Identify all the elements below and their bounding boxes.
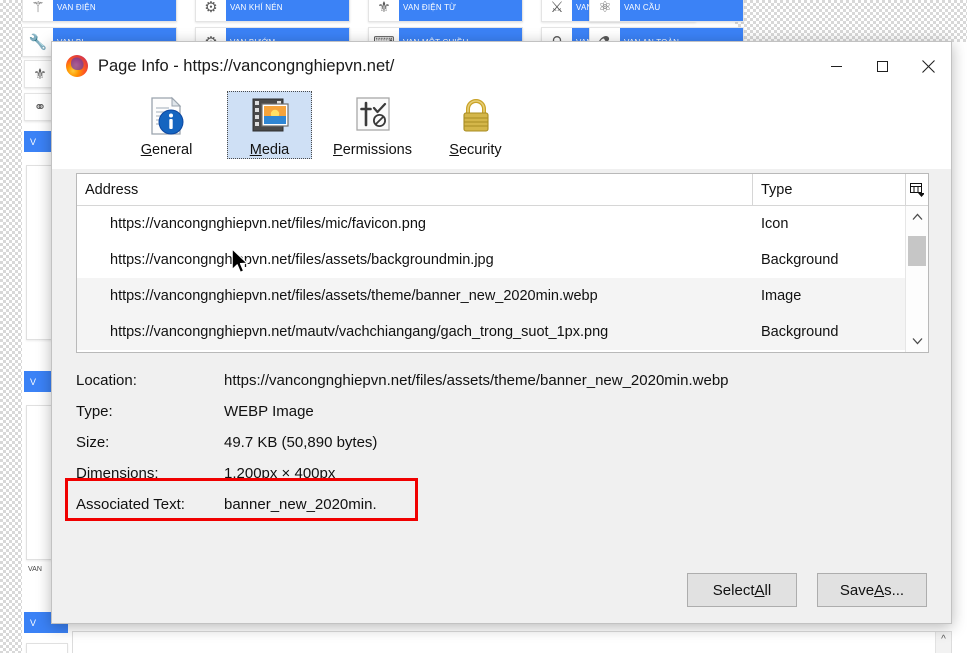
detail-value: https://vancongnghiepvn.net/files/assets… [224, 372, 729, 389]
detail-label: Location: [76, 372, 137, 389]
product-label: VAN CẦU [620, 0, 743, 21]
product-card[interactable]: ⚛ VAN CẦU [589, 0, 744, 22]
column-header-address[interactable]: Address [77, 174, 753, 205]
cell-address: https://vancongnghiepvn.net/files/mic/fa… [110, 216, 426, 232]
cell-address: https://vancongnghiepvn.net/files/assets… [110, 288, 598, 304]
page-info-dialog: Page Info - https://vancongnghiepvn.net/ [51, 41, 952, 624]
product-label: VAN ĐIỆN TỪ [399, 0, 522, 21]
close-button[interactable] [905, 42, 951, 90]
detail-label: Type: [76, 403, 113, 420]
cell-type: Background [761, 252, 839, 268]
scrollbar-track[interactable] [906, 228, 928, 330]
table-row[interactable]: https://vancongnghiepvn.net/files/assets… [77, 242, 905, 278]
media-list-header: Address Type [77, 174, 928, 206]
valve-icon: ⚚ [31, 0, 45, 16]
bottom-panel-scrollbar[interactable]: chevron-up-icon ^ [935, 632, 951, 653]
sidebar-panel [26, 643, 68, 653]
padlock-icon [462, 99, 489, 132]
tab-media[interactable]: Media [227, 91, 312, 159]
transparent-checker-right [735, 0, 967, 42]
product-card[interactable]: ⚙ VAN KHÍ NÉN [195, 0, 350, 22]
cell-type: Image [761, 288, 802, 304]
valve-icon: ⚜ [377, 0, 391, 16]
valve-icon: ⚛ [598, 0, 612, 16]
tab-general-label: General [140, 142, 193, 158]
scroll-down-button[interactable] [906, 330, 928, 352]
minimize-icon [830, 65, 842, 67]
detail-value: 1,200px × 400px [224, 465, 336, 482]
cell-address: https://vancongnghiepvn.net/mautv/vachch… [110, 324, 609, 340]
transparent-checker-left [0, 0, 22, 653]
column-header-type[interactable]: Type [753, 174, 905, 205]
dialog-button-row: Select All Save As... [687, 573, 927, 607]
detail-value: 49.7 KB (50,890 bytes) [224, 434, 378, 451]
chevron-up-icon [912, 213, 922, 220]
cell-type: Background [761, 324, 839, 340]
tab-security-label: Security [449, 142, 502, 158]
bottom-content-panel: chevron-up-icon ^ [72, 631, 952, 653]
product-label: VAN ĐIỆN [53, 0, 176, 21]
detail-label: Associated Text: [76, 496, 185, 513]
tab-security[interactable]: Security [433, 91, 518, 159]
valve-icon: ⚙ [204, 0, 218, 16]
permissions-sliders-icon [355, 97, 390, 131]
media-list-scrollbar[interactable] [905, 206, 928, 352]
media-list-body: https://vancongnghiepvn.net/files/mic/fa… [77, 206, 928, 352]
media-list[interactable]: Address Type https://vancongnghiepvn.net… [76, 173, 929, 353]
table-row[interactable]: https://vancongnghiepvn.net/mautv/vachch… [77, 314, 905, 350]
product-card[interactable]: ⚚ VAN ĐIỆN [22, 0, 177, 22]
scrollbar-thumb[interactable] [908, 236, 926, 266]
sidebar-caption: VAN [28, 566, 42, 573]
media-detail-panel: Location: https://vancongnghiepvn.net/fi… [76, 365, 929, 520]
product-label: VAN KHÍ NÉN [226, 0, 349, 21]
document-info-icon [150, 96, 183, 135]
maximize-button[interactable] [859, 42, 905, 90]
page-info-tabstrip: General Media Permissions Security [52, 91, 951, 169]
valve-icon: 🔧 [28, 34, 48, 51]
tab-general[interactable]: General [124, 91, 209, 159]
tab-media-label: Media [249, 142, 290, 158]
dialog-titlebar[interactable]: Page Info - https://vancongnghiepvn.net/ [52, 42, 951, 91]
detail-row-associated-text: Associated Text: banner_new_2020min. [76, 489, 929, 520]
valve-icon: ⚔ [550, 0, 564, 16]
minimize-button[interactable] [813, 42, 859, 90]
scroll-up-button[interactable] [906, 206, 928, 228]
detail-row-type: Type: WEBP Image [76, 396, 929, 427]
media-image-icon [252, 98, 289, 132]
column-picker-icon[interactable] [905, 174, 928, 205]
firefox-logo-icon [66, 55, 88, 77]
table-row[interactable]: https://vancongnghiepvn.net/files/assets… [77, 278, 905, 314]
chevron-down-icon [912, 338, 922, 345]
dialog-body: Address Type https://vancongnghiepvn.net… [52, 169, 951, 623]
product-card[interactable]: ⚜ VAN ĐIỆN TỪ [368, 0, 523, 22]
detail-value: WEBP Image [224, 403, 314, 420]
table-row[interactable]: https://vancongnghiepvn.net/files/mic/fa… [77, 206, 905, 242]
detail-row-dimensions: Dimensions: 1,200px × 400px [76, 458, 929, 489]
screen-root: ⚚ VAN ĐIỆN ⚙ VAN KHÍ NÉN ⚜ VAN ĐIỆN TỪ ⚔… [0, 0, 967, 653]
maximize-icon [876, 60, 888, 72]
tab-permissions-label: Permissions [333, 142, 412, 158]
select-all-button[interactable]: Select All [687, 573, 797, 607]
detail-value: banner_new_2020min. [224, 496, 377, 513]
detail-label: Size: [76, 434, 110, 451]
close-icon [921, 59, 935, 73]
save-as-button[interactable]: Save As... [817, 573, 927, 607]
tab-permissions[interactable]: Permissions [330, 91, 415, 159]
detail-row-size: Size: 49.7 KB (50,890 bytes) [76, 427, 929, 458]
cell-address: https://vancongnghiepvn.net/files/assets… [110, 252, 494, 268]
detail-row-location: Location: https://vancongnghiepvn.net/fi… [76, 365, 929, 396]
detail-label: Dimensions: [76, 465, 159, 482]
dialog-title: Page Info - https://vancongnghiepvn.net/ [98, 56, 395, 75]
cell-type: Icon [761, 216, 789, 232]
